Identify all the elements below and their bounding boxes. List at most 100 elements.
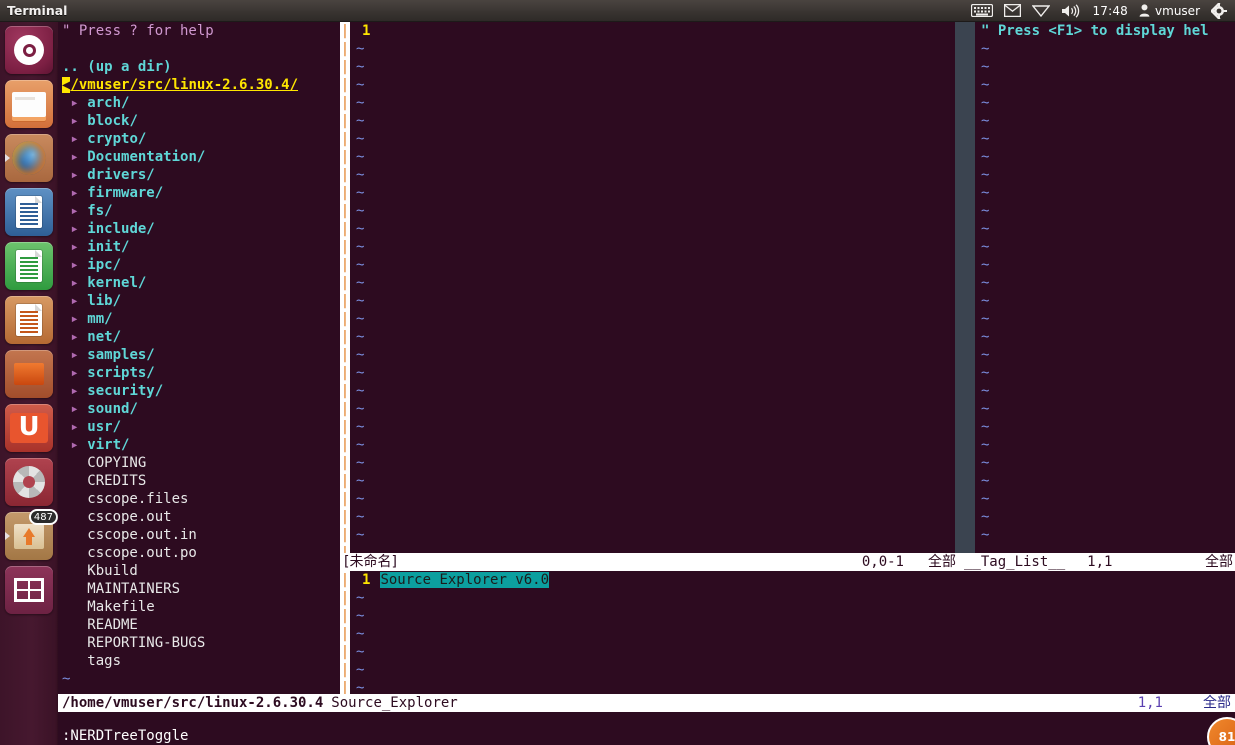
nerdtree-file-item[interactable]: README [62, 616, 336, 634]
launcher-item-libreoffice-writer[interactable] [5, 188, 53, 236]
nerdtree-file-item[interactable]: REPORTING-BUGS [62, 634, 336, 652]
window-separator-source-explorer: | | | | | | | [340, 571, 350, 694]
nerdtree-directory-item[interactable]: ▸ virt/ [62, 436, 336, 454]
empty-line-tilde: ~ [981, 167, 990, 183]
nerdtree-directory-item[interactable]: ▸ Documentation/ [62, 148, 336, 166]
nerdtree-directory-label: lib/ [87, 293, 122, 309]
empty-line-tilde: ~ [981, 203, 990, 219]
launcher-item-workspace-switcher[interactable] [5, 566, 53, 614]
editor-status-position: 0,0-1 [861, 554, 904, 570]
editor-status-scroll: 全部 [928, 554, 956, 570]
empty-line-tilde: ~ [356, 608, 365, 624]
nerdtree-directory-item[interactable]: ▸ net/ [62, 328, 336, 346]
workspace-grid-icon [14, 578, 44, 602]
nerdtree-root-path: /vmuser/src/linux-2.6.30.4/ [70, 77, 299, 93]
launcher-item-libreoffice-calc[interactable] [5, 242, 53, 290]
empty-line-tilde: ~ [981, 311, 990, 327]
nerdtree-directory-item[interactable]: ▸ kernel/ [62, 274, 336, 292]
nerdtree-directory-label: init/ [87, 239, 130, 255]
user-menu[interactable]: vmuser [1139, 4, 1200, 18]
nerdtree-pane[interactable]: " Press ? for help .. (up a dir) ◀/vmuse… [58, 22, 336, 694]
nerdtree-up-a-dir[interactable]: .. (up a dir) [62, 58, 336, 76]
envelope-icon[interactable] [1004, 4, 1022, 17]
corner-notification-badge: 81 [1207, 717, 1235, 745]
nerdtree-directory-item[interactable]: ▸ ipc/ [62, 256, 336, 274]
gear-icon[interactable] [1211, 2, 1227, 19]
nerdtree-file-item[interactable]: Makefile [62, 598, 336, 616]
empty-line-tilde: ~ [356, 383, 365, 399]
nerdtree-directory-item[interactable]: ▸ usr/ [62, 418, 336, 436]
vim-command-line[interactable]: :NERDTreeToggle [58, 727, 1235, 745]
clock[interactable]: 17:48 [1092, 4, 1128, 18]
calc-spreadsheet-icon [16, 250, 42, 282]
nerdtree-directory-item[interactable]: ▸ fs/ [62, 202, 336, 220]
empty-line-tilde: ~ [981, 401, 990, 417]
source-explorer-line-number: 1 [362, 572, 371, 588]
nerdtree-file-item[interactable]: cscope.out.in [62, 526, 336, 544]
nerdtree-directory-item[interactable]: ▸ block/ [62, 112, 336, 130]
empty-line-tilde: ~ [981, 95, 990, 111]
nerdtree-directory-item[interactable]: ▸ lib/ [62, 292, 336, 310]
nerdtree-directory-item[interactable]: ▸ mm/ [62, 310, 336, 328]
nerdtree-directory-label: samples/ [87, 347, 155, 363]
nerdtree-help-hint: " Press ? for help [62, 23, 214, 39]
empty-line-tilde: ~ [981, 527, 990, 543]
nerdtree-file-item[interactable]: CREDITS [62, 472, 336, 490]
nerdtree-file-item[interactable]: cscope.out [62, 508, 336, 526]
nerdtree-directory-item[interactable]: ▸ arch/ [62, 94, 336, 112]
gear-wrench-icon [13, 466, 45, 498]
nerdtree-file-item[interactable]: Kbuild [62, 562, 336, 580]
nerdtree-directory-item[interactable]: ▸ samples/ [62, 346, 336, 364]
source-explorer-pane[interactable]: 1 Source Explorer v6.0 ~ ~ ~ ~ ~ ~ [350, 571, 1235, 694]
chevron-right-icon: ▸ [62, 437, 88, 453]
taglist-status-scroll: 全部 [1205, 554, 1233, 570]
launcher-item-ubuntu-one[interactable]: U [5, 404, 53, 452]
nerdtree-file-item[interactable]: MAINTAINERS [62, 580, 336, 598]
launcher-item-ubuntu-dash[interactable] [5, 26, 53, 74]
nerdtree-file-item[interactable]: COPYING [62, 454, 336, 472]
launcher-item-system-settings[interactable] [5, 458, 53, 506]
nerdtree-file-item[interactable]: cscope.out.po [62, 544, 336, 562]
nerdtree-directory-label: Documentation/ [87, 149, 206, 165]
nerdtree-file-item[interactable]: cscope.files [62, 490, 336, 508]
terminal-window[interactable]: " Press ? for help .. (up a dir) ◀/vmuse… [58, 22, 1235, 745]
nerdtree-directory-item[interactable]: ▸ crypto/ [62, 130, 336, 148]
nerdtree-directory-item[interactable]: ▸ security/ [62, 382, 336, 400]
unity-launcher: U 487 >_ [0, 22, 1235, 745]
empty-line-tilde: ~ [356, 491, 365, 507]
empty-line-tilde: ~ [356, 437, 365, 453]
empty-line-tilde: ~ [356, 95, 365, 111]
update-box-icon [14, 523, 44, 549]
wifi-icon[interactable] [1032, 4, 1051, 17]
volume-icon[interactable] [1061, 3, 1081, 18]
nerdtree-directory-item[interactable]: ▸ include/ [62, 220, 336, 238]
launcher-item-files[interactable] [5, 80, 53, 128]
empty-line-tilde: ~ [981, 491, 990, 507]
launcher-item-ubuntu-software-center[interactable] [5, 350, 53, 398]
window-separator-left: | | | | | | | | | | | | | | | | | | | | … [340, 22, 350, 553]
nerdtree-root-path-row[interactable]: ◀/vmuser/src/linux-2.6.30.4/ [62, 76, 336, 94]
nerdtree-file-item[interactable]: tags [62, 652, 336, 670]
taglist-scrollbar[interactable] [955, 22, 975, 553]
launcher-item-update-manager[interactable]: 487 [5, 509, 58, 560]
empty-line-tilde: ~ [356, 167, 365, 183]
nerdtree-directory-item[interactable]: ▸ scripts/ [62, 364, 336, 382]
nerdtree-directory-label: ipc/ [87, 257, 122, 273]
nerdtree-directory-item[interactable]: ▸ firmware/ [62, 184, 336, 202]
top-panel: Terminal 17:48 vmuser [0, 0, 1235, 22]
editor-pane-unnamed[interactable]: 1 ~ ~ ~ ~ ~ ~ ~ ~ ~ ~ ~ ~ ~ ~ ~ ~ ~ ~ ~ ~ ~ ~ ~ ~ ~ ~ ~ ~ [350, 22, 958, 553]
bottom-status-buffer: Source_Explorer [331, 695, 458, 711]
keyboard-icon[interactable] [971, 4, 994, 17]
chevron-right-icon: ▸ [62, 203, 88, 219]
nerdtree-directory-label: block/ [87, 113, 138, 129]
empty-line-tilde: ~ [981, 131, 990, 147]
nerdtree-directory-item[interactable]: ▸ drivers/ [62, 166, 336, 184]
nerdtree-directory-label: kernel/ [87, 275, 147, 291]
launcher-item-libreoffice-impress[interactable] [5, 296, 53, 344]
empty-line-tilde: ~ [981, 257, 990, 273]
launcher-item-firefox[interactable] [5, 134, 53, 182]
taglist-pane[interactable]: " Press <F1> to display hel ~ ~ ~ ~ ~ ~ ~ ~ ~ ~ ~ ~… [975, 22, 1235, 553]
nerdtree-directory-item[interactable]: ▸ init/ [62, 238, 336, 256]
nerdtree-directory-item[interactable]: ▸ sound/ [62, 400, 336, 418]
empty-line-tilde: ~ [356, 455, 365, 471]
